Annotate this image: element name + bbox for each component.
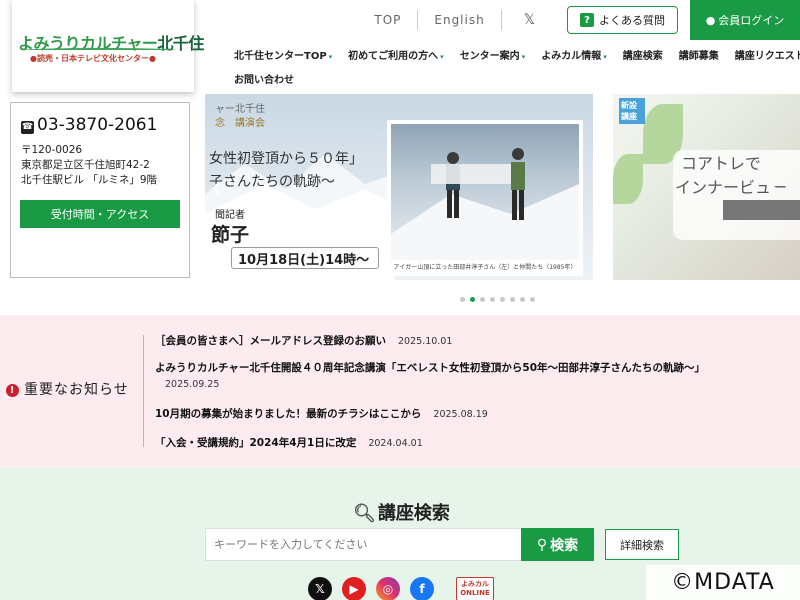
slider-pagination — [460, 297, 540, 302]
notice-date: 2024.04.01 — [368, 438, 423, 449]
side-banner-text: コアトレで インナービュー — [673, 150, 800, 240]
slide-org-text: ャー北千住 — [215, 104, 265, 115]
slide-speaker-name: 節子 — [211, 224, 250, 246]
photo-caption: アイガー山頂に立った田部井淳子さん（左）と仲間たち（1985年） — [393, 264, 577, 271]
nav-row: お問い合わせ — [234, 70, 794, 86]
slide-event-text: 念 講演会 — [215, 118, 265, 129]
site-logo[interactable]: よみうりカルチャー北千住 ●読売・日本テレビ文化センター● — [12, 0, 204, 92]
slider-dot[interactable] — [490, 297, 495, 302]
social-links: 𝕏 ▶ ◎ f よみカル ONLINE — [308, 577, 504, 600]
notice-item[interactable]: 10月期の募集が始まりました！最新のチラシはここから 2025.08.19 — [155, 406, 705, 421]
yomikaru-online-link[interactable]: よみカル ONLINE — [456, 577, 494, 600]
main-nav: 北千住センターTOP ▾ 初めてご利用の方へ ▾ センター案内 ▾ よみカル情報 ▾ 講座検索 講… — [234, 46, 800, 94]
slider-dot[interactable] — [510, 297, 515, 302]
notice-item[interactable]: よみうりカルチャー北千住開設４０周年記念講演「エベレスト女性初登頂から50年～田… — [155, 360, 705, 390]
member-login-button[interactable]: ● 会員ログイン — [690, 0, 800, 40]
nav-item[interactable]: 北千住センターTOP ▾ — [234, 47, 332, 62]
nav-row: 北千住センターTOP ▾ 初めてご利用の方へ ▾ センター案内 ▾ よみカル情報 ▾ 講座検索 講… — [234, 46, 800, 62]
contact-box: ☎ 03-3870-2061 〒120-0026 東京都足立区千住旭町42-2 北… — [10, 102, 190, 278]
watermark: ©MDATA — [646, 565, 800, 600]
site-header: よみうりカルチャー北千住 ●読売・日本テレビ文化センター● TOP Englis… — [0, 0, 800, 95]
slider-dot[interactable] — [460, 297, 465, 302]
warning-icon: ! — [6, 384, 19, 397]
nav-item[interactable]: よみカル情報 ▾ — [541, 47, 607, 62]
slider-dot[interactable] — [470, 297, 475, 302]
notice-date: 2025.08.19 — [433, 409, 488, 420]
logo-swoosh — [26, 48, 176, 52]
x-icon[interactable]: 𝕏 — [500, 10, 557, 30]
notice-item[interactable]: 「入会・受講規約」2024年4月1日に改定 2024.04.01 — [155, 435, 705, 450]
climbers-graphic — [391, 148, 579, 260]
slide-speaker-role: 聞記者 — [215, 210, 245, 221]
top-utility-links: TOP English 𝕏 ? よくある質問 ● 会員ログイン — [358, 0, 800, 40]
slider-main-banner[interactable]: ャー北千住 念 講演会 女性初登頂から５０年」 子さんたちの軌跡～ 聞記者 節子… — [205, 94, 593, 280]
leaf-decoration — [613, 154, 643, 204]
notice-date: 2025.10.01 — [398, 336, 453, 347]
nav-item[interactable]: センター案内 ▾ — [460, 47, 526, 62]
nav-item[interactable]: 講師募集 — [679, 47, 719, 62]
slider-dot[interactable] — [530, 297, 535, 302]
slider-prev-arrow-icon[interactable]: ‹ — [210, 170, 222, 205]
slider-dot[interactable] — [520, 297, 525, 302]
chevron-down-icon: ▾ — [440, 52, 444, 61]
slider-next-arrow-icon[interactable]: › — [766, 170, 778, 205]
notice-divider — [143, 335, 144, 447]
notice-list: ［会員の皆さまへ］メールアドレス登録のお願い 2025.10.01 よみうりカルチャ… — [155, 333, 705, 450]
nav-item[interactable]: 講座リクエスト — [735, 47, 800, 62]
side-banner-bar — [723, 200, 800, 220]
chevron-down-icon: ▾ — [328, 52, 333, 61]
slide-title: 女性初登頂から５０年」 子さんたちの軌跡～ — [209, 151, 363, 190]
important-notice-section: ! 重要なお知らせ ［会員の皆さまへ］メールアドレス登録のお願い 2025.10.0… — [0, 315, 800, 467]
faq-button[interactable]: ? よくある質問 — [567, 6, 678, 34]
nav-item[interactable]: 講座検索 — [623, 47, 663, 62]
question-icon: ? — [580, 13, 594, 27]
search-title: 🔍︎ 講座検索 — [353, 503, 450, 524]
nav-item[interactable]: お問い合わせ — [234, 71, 294, 86]
top-link-top[interactable]: TOP — [358, 10, 417, 30]
access-button[interactable]: 受付時間・アクセス — [20, 200, 180, 228]
instagram-icon[interactable]: ◎ — [376, 577, 400, 600]
search-input[interactable] — [205, 528, 522, 561]
search-icon: 🔍︎ — [353, 503, 376, 524]
new-course-badge: 新設講座 — [619, 98, 645, 124]
climbers-photo — [391, 124, 579, 260]
facebook-icon[interactable]: f — [410, 577, 434, 600]
phone-icon: ☎ — [21, 121, 34, 134]
notice-date: 2025.09.25 — [165, 379, 220, 390]
notice-item[interactable]: ［会員の皆さまへ］メールアドレス登録のお願い 2025.10.01 — [155, 333, 705, 348]
address: 〒120-0026 東京都足立区千住旭町42-2 北千住駅ビル 「ルミネ」9階 — [21, 144, 158, 186]
slider-dot[interactable] — [480, 297, 485, 302]
logo-subtitle: ●読売・日本テレビ文化センター● — [30, 54, 156, 63]
chevron-down-icon: ▾ — [603, 52, 607, 61]
nav-item[interactable]: 初めてご利用の方へ ▾ — [348, 47, 444, 62]
youtube-icon[interactable]: ▶ — [342, 577, 366, 600]
slide-date: 10月18日(土)14時～ — [231, 247, 379, 269]
search-icon: ⚲ — [536, 536, 548, 553]
x-icon[interactable]: 𝕏 — [308, 577, 332, 600]
user-icon: ● — [705, 13, 716, 27]
chevron-down-icon: ▾ — [521, 52, 526, 61]
detail-search-button[interactable]: 詳細検索 — [605, 529, 679, 560]
slide-photo: アイガー山頂に立った田部井淳子さん（左）と仲間たち（1985年） — [387, 120, 583, 276]
phone-number[interactable]: ☎ 03-3870-2061 — [21, 115, 157, 135]
top-link-english[interactable]: English — [417, 10, 500, 30]
search-button[interactable]: ⚲ 検索 — [521, 528, 594, 561]
slider-dot[interactable] — [500, 297, 505, 302]
notice-heading: ! 重要なお知らせ — [6, 379, 129, 399]
